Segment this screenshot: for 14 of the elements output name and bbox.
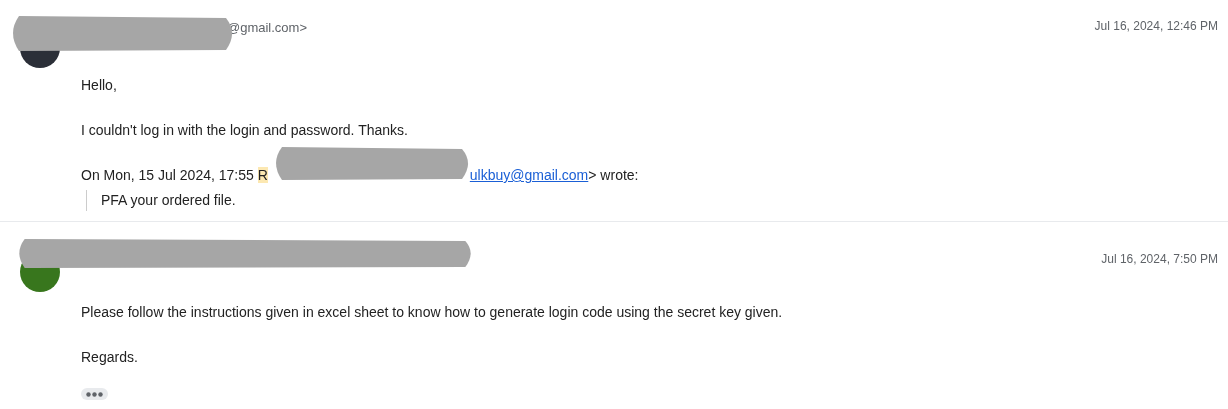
message-text: Please follow the instructions given in excel sheet to know how to generate login code using the secret key given.	[81, 303, 784, 322]
highlighted-text: R	[257, 167, 268, 183]
message-date: Jul 16, 2024, 7:50 PM	[1101, 251, 1218, 268]
quoted-text: PFA your ordered file.	[86, 190, 1228, 211]
more-icon	[86, 391, 103, 397]
message-text: I couldn't log in with the login and password. Thanks.	[81, 121, 409, 140]
show-trimmed-button[interactable]	[81, 388, 108, 400]
message-date: Jul 16, 2024, 12:46 PM	[1094, 18, 1218, 35]
message-text: Regards.	[81, 348, 139, 367]
sender-email: @gmail.com>	[227, 20, 308, 35]
quote-attribution: > wrote:	[588, 167, 639, 183]
message-text: Hello,	[81, 76, 118, 95]
quote-attribution: On Mon, 15 Jul 2024, 17:55	[81, 167, 255, 183]
email-link[interactable]: ulkbuy@gmail.com	[469, 167, 589, 183]
